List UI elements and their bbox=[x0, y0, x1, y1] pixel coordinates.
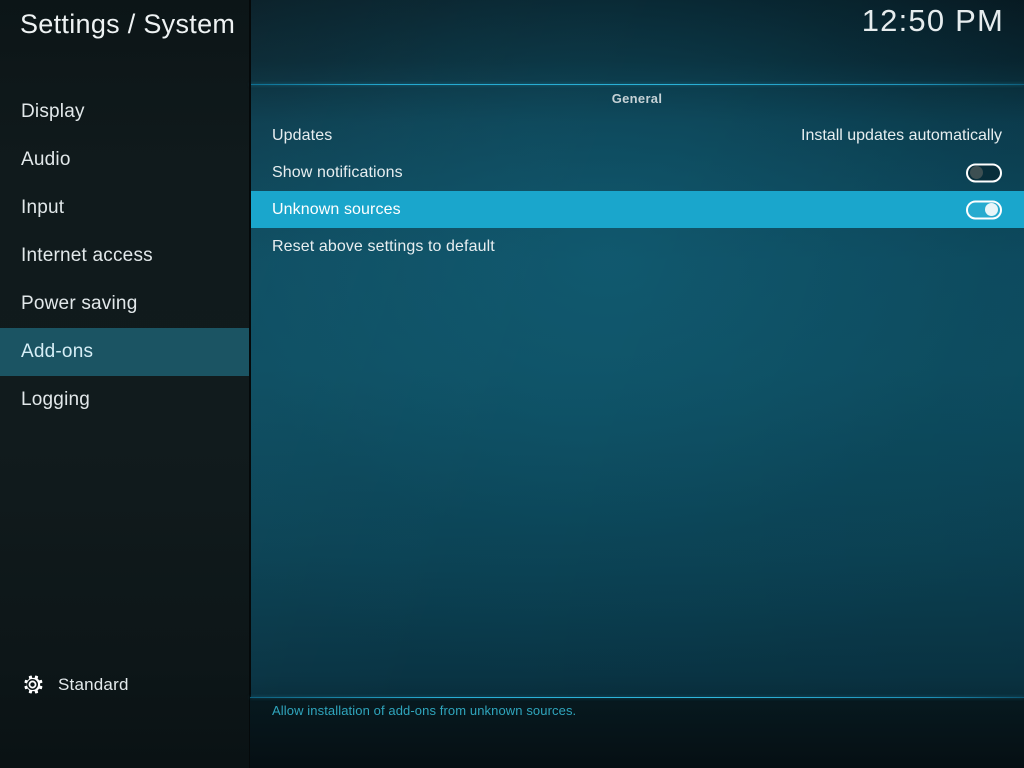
sidebar-nav-list: Display Audio Input Internet access Power sa… bbox=[0, 88, 250, 424]
sidebar-item-label: Power saving bbox=[21, 293, 138, 314]
sidebar: Display Audio Input Internet access Power sa… bbox=[0, 0, 250, 768]
setting-row-show-notifications[interactable]: Show notifications bbox=[250, 154, 1024, 191]
setting-row-unknown-sources[interactable]: Unknown sources bbox=[250, 191, 1024, 228]
header-separator bbox=[250, 84, 1024, 85]
setting-row-label: Updates bbox=[272, 126, 333, 144]
settings-row-list: Updates Install updates automatically Show… bbox=[250, 117, 1024, 265]
setting-description: Allow installation of add-ons from unkno… bbox=[272, 703, 577, 718]
sidebar-item-label: Add-ons bbox=[21, 341, 94, 362]
setting-row-label: Show notifications bbox=[272, 163, 403, 181]
sidebar-item-input[interactable]: Input bbox=[0, 184, 250, 232]
setting-row-value[interactable]: Install updates automatically bbox=[801, 127, 1002, 145]
settings-content: General Updates Install updates automatic… bbox=[250, 0, 1024, 768]
sidebar-item-internet-access[interactable]: Internet access bbox=[0, 232, 250, 280]
sidebar-item-display[interactable]: Display bbox=[0, 88, 250, 136]
footer-separator bbox=[250, 697, 1024, 698]
setting-row-reset-above-settings-to-default[interactable]: Reset above settings to default bbox=[250, 228, 1024, 265]
footer-panel: Allow installation of add-ons from unkno… bbox=[250, 698, 1024, 768]
sidebar-item-label: Audio bbox=[21, 149, 71, 170]
kodi-settings-screen: Display Audio Input Internet access Power sa… bbox=[0, 0, 1024, 768]
sidebar-divider bbox=[249, 0, 251, 768]
sidebar-item-label: Internet access bbox=[21, 245, 153, 266]
setting-row-label: Reset above settings to default bbox=[272, 237, 495, 255]
settings-level-button[interactable]: Standard bbox=[20, 672, 129, 697]
settings-group-title: General bbox=[611, 91, 663, 106]
toggle-switch[interactable] bbox=[966, 163, 1002, 182]
sidebar-item-audio[interactable]: Audio bbox=[0, 136, 250, 184]
sidebar-item-label: Display bbox=[21, 101, 85, 122]
sidebar-item-label: Input bbox=[21, 197, 65, 218]
sidebar-item-power-saving[interactable]: Power saving bbox=[0, 280, 250, 328]
toggle-knob bbox=[985, 203, 998, 216]
gear-icon bbox=[20, 672, 45, 697]
sidebar-item-add-ons[interactable]: Add-ons bbox=[0, 328, 250, 376]
settings-level-label: Standard bbox=[58, 674, 129, 694]
clock: 12:50 PM bbox=[861, 3, 1004, 38]
toggle-knob bbox=[970, 166, 983, 179]
toggle-switch[interactable] bbox=[966, 200, 1002, 219]
sidebar-item-label: Logging bbox=[21, 389, 91, 410]
page-title: Settings / System bbox=[20, 9, 236, 39]
setting-row-updates[interactable]: Updates Install updates automatically bbox=[250, 117, 1024, 154]
setting-row-label: Unknown sources bbox=[272, 200, 401, 218]
sidebar-item-logging[interactable]: Logging bbox=[0, 376, 250, 424]
